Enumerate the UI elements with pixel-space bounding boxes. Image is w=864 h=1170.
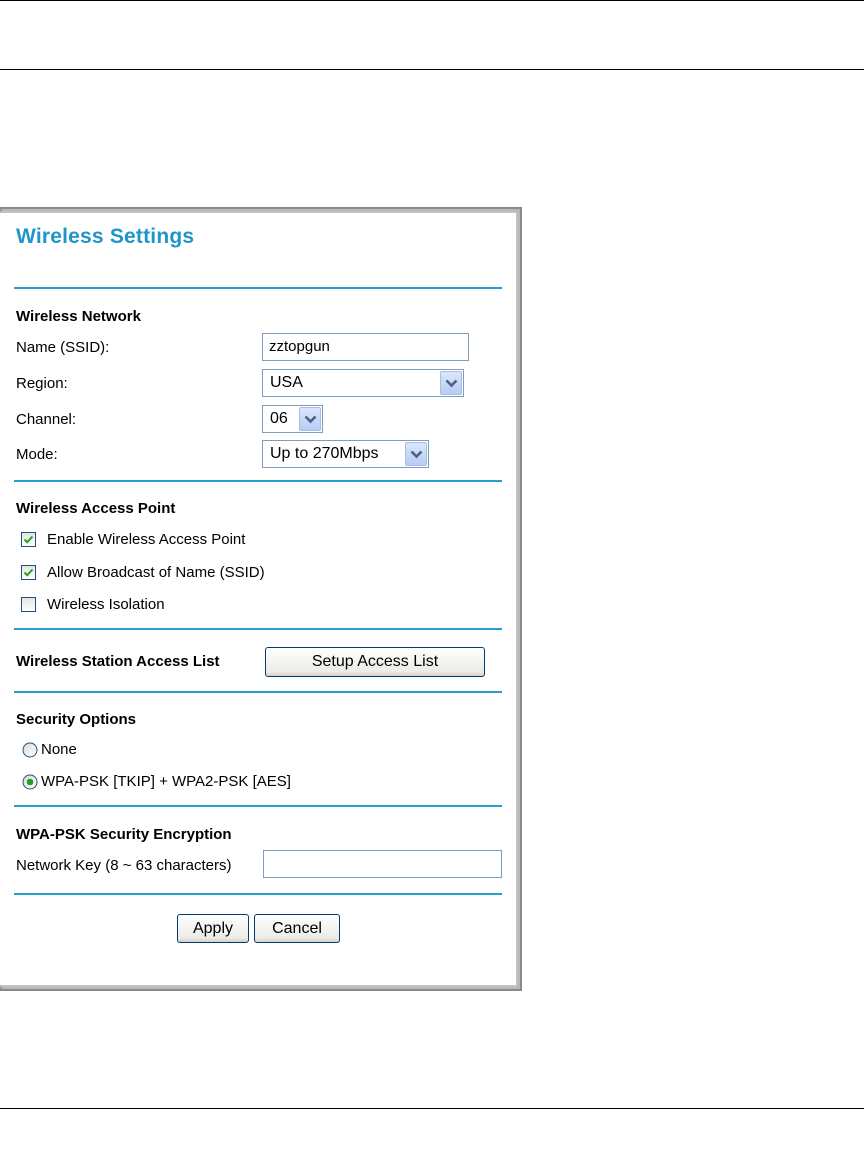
section-divider xyxy=(14,480,502,482)
mode-select[interactable]: Up to 270Mbps xyxy=(262,440,429,468)
region-label: Region: xyxy=(16,375,68,392)
section-divider xyxy=(14,628,502,630)
chevron-down-icon[interactable] xyxy=(440,371,462,395)
security-wpa-label: WPA-PSK [TKIP] + WPA2-PSK [AES] xyxy=(41,773,291,790)
chevron-down-icon[interactable] xyxy=(405,442,427,466)
mode-label: Mode: xyxy=(16,446,58,463)
security-options-heading: Security Options xyxy=(16,711,137,728)
enable-access-point-label: Enable Wireless Access Point xyxy=(47,531,246,548)
security-none-radio[interactable] xyxy=(22,742,38,758)
page-footer-rule xyxy=(0,1108,864,1109)
cancel-button[interactable]: Cancel xyxy=(254,914,340,943)
security-wpa-radio[interactable] xyxy=(22,774,38,790)
section-divider xyxy=(14,893,502,895)
wireless-isolation-checkbox[interactable] xyxy=(21,597,36,612)
channel-select-value: 06 xyxy=(270,410,288,427)
broadcast-ssid-label: Allow Broadcast of Name (SSID) xyxy=(47,564,265,581)
encryption-heading: WPA-PSK Security Encryption xyxy=(16,826,232,843)
chevron-down-icon[interactable] xyxy=(299,407,321,431)
section-divider xyxy=(14,287,502,289)
page-top-rule xyxy=(0,0,864,1)
wireless-network-heading: Wireless Network xyxy=(16,308,141,325)
network-key-input[interactable] xyxy=(263,850,502,878)
security-none-label: None xyxy=(41,741,77,758)
broadcast-ssid-checkbox[interactable] xyxy=(21,565,36,580)
apply-button[interactable]: Apply xyxy=(177,914,249,943)
network-key-label: Network Key (8 ~ 63 characters) xyxy=(16,857,232,874)
region-select[interactable]: USA xyxy=(262,369,464,397)
mode-select-value: Up to 270Mbps xyxy=(270,445,379,462)
station-access-heading: Wireless Station Access List xyxy=(16,653,220,670)
setup-access-list-button[interactable]: Setup Access List xyxy=(265,647,485,677)
section-divider xyxy=(14,691,502,693)
access-point-heading: Wireless Access Point xyxy=(16,500,176,517)
channel-select[interactable]: 06 xyxy=(262,405,323,433)
page-header-rule xyxy=(0,69,864,70)
enable-access-point-checkbox[interactable] xyxy=(21,532,36,547)
wireless-isolation-label: Wireless Isolation xyxy=(47,596,165,613)
page-title: Wireless Settings xyxy=(16,225,195,248)
region-select-value: USA xyxy=(270,374,303,391)
ssid-input[interactable]: zztopgun xyxy=(262,333,469,361)
channel-label: Channel: xyxy=(16,411,77,428)
ssid-label: Name (SSID): xyxy=(16,339,110,356)
section-divider xyxy=(14,805,502,807)
